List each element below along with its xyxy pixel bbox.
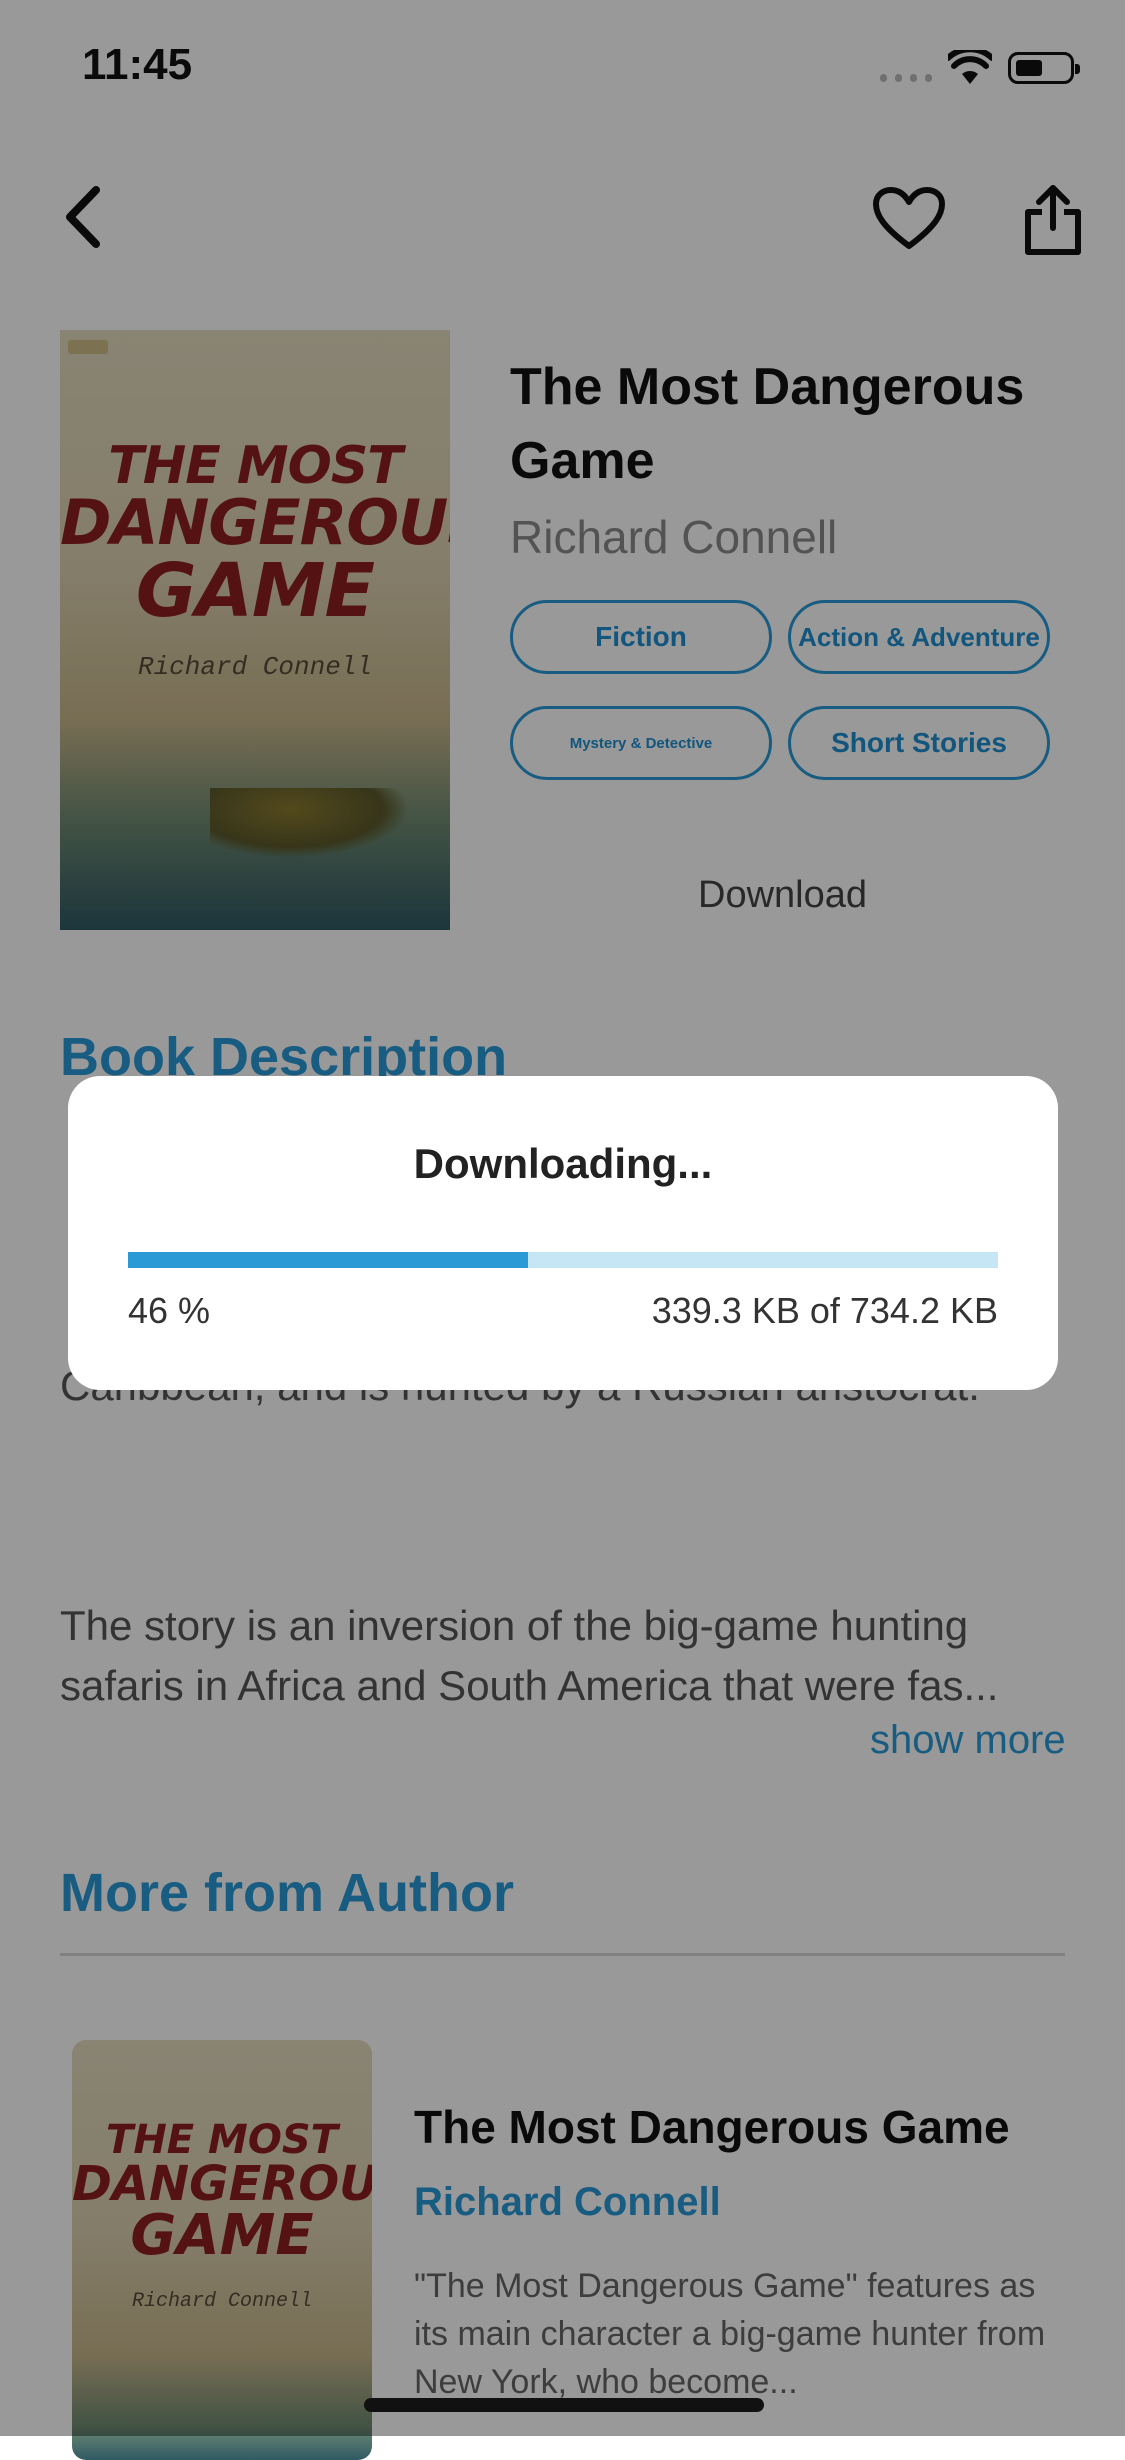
progress-percent: 46 % — [128, 1290, 211, 1331]
progress-bar — [128, 1252, 998, 1268]
download-progress-dialog: Downloading... 46 % 339.3 KB of 734.2 KB — [68, 1076, 1058, 1390]
dialog-title: Downloading... — [413, 1140, 713, 1187]
progress-size: 339.3 KB of 734.2 KB — [651, 1290, 998, 1331]
progress-bar-fill — [128, 1252, 529, 1268]
home-indicator — [364, 2398, 764, 2412]
